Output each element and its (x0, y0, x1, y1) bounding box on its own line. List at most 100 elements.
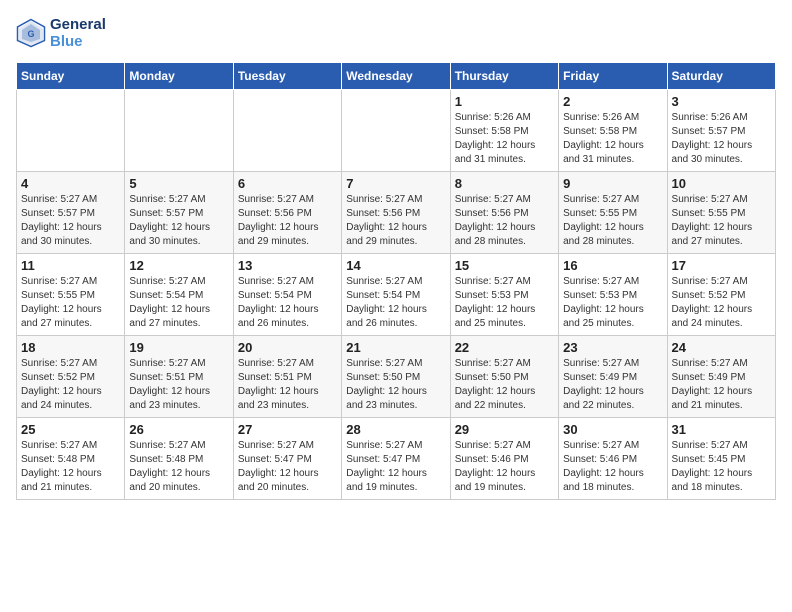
day-info: Sunrise: 5:27 AM Sunset: 5:50 PM Dayligh… (455, 357, 554, 413)
day-info: Sunrise: 5:27 AM Sunset: 5:49 PM Dayligh… (563, 357, 662, 413)
calendar-cell: 10 Sunrise: 5:27 AM Sunset: 5:55 PM Dayli… (667, 172, 775, 254)
calendar-cell: 12 Sunrise: 5:27 AM Sunset: 5:54 PM Dayli… (125, 254, 233, 336)
calendar-cell: 6 Sunrise: 5:27 AM Sunset: 5:56 PM Daylig… (233, 172, 341, 254)
calendar-cell: 16 Sunrise: 5:27 AM Sunset: 5:53 PM Dayli… (559, 254, 667, 336)
calendar-cell: 30 Sunrise: 5:27 AM Sunset: 5:46 PM Dayli… (559, 418, 667, 500)
day-info: Sunrise: 5:26 AM Sunset: 5:58 PM Dayligh… (563, 111, 662, 167)
calendar-cell: 28 Sunrise: 5:27 AM Sunset: 5:47 PM Dayli… (342, 418, 450, 500)
calendar-header-row: SundayMondayTuesdayWednesdayThursdayFrid… (17, 63, 776, 90)
day-info: Sunrise: 5:27 AM Sunset: 5:55 PM Dayligh… (672, 193, 771, 249)
day-number: 23 (563, 340, 662, 355)
day-info: Sunrise: 5:27 AM Sunset: 5:48 PM Dayligh… (21, 439, 120, 495)
calendar-cell: 7 Sunrise: 5:27 AM Sunset: 5:56 PM Daylig… (342, 172, 450, 254)
day-info: Sunrise: 5:27 AM Sunset: 5:56 PM Dayligh… (238, 193, 337, 249)
day-info: Sunrise: 5:27 AM Sunset: 5:45 PM Dayligh… (672, 439, 771, 495)
calendar-cell: 25 Sunrise: 5:27 AM Sunset: 5:48 PM Dayli… (17, 418, 125, 500)
day-number: 4 (21, 176, 120, 191)
calendar-cell: 5Sunrise: 5:27 AM Sunset: 5:57 PM Daylig… (125, 172, 233, 254)
calendar-cell (125, 90, 233, 172)
day-header-thursday: Thursday (450, 63, 558, 90)
day-info: Sunrise: 5:27 AM Sunset: 5:49 PM Dayligh… (672, 357, 771, 413)
day-number: 7 (346, 176, 445, 191)
calendar-cell: 13 Sunrise: 5:27 AM Sunset: 5:54 PM Dayli… (233, 254, 341, 336)
calendar-cell: 14 Sunrise: 5:27 AM Sunset: 5:54 PM Dayli… (342, 254, 450, 336)
day-header-monday: Monday (125, 63, 233, 90)
calendar-cell: 29Sunrise: 5:27 AM Sunset: 5:46 PM Dayli… (450, 418, 558, 500)
calendar-cell: 15 Sunrise: 5:27 AM Sunset: 5:53 PM Dayli… (450, 254, 558, 336)
day-info: Sunrise: 5:27 AM Sunset: 5:56 PM Dayligh… (455, 193, 554, 249)
day-info: Sunrise: 5:27 AM Sunset: 5:47 PM Dayligh… (346, 439, 445, 495)
day-header-friday: Friday (559, 63, 667, 90)
calendar-cell (17, 90, 125, 172)
calendar-week-5: 25 Sunrise: 5:27 AM Sunset: 5:48 PM Dayli… (17, 418, 776, 500)
day-number: 22 (455, 340, 554, 355)
day-header-tuesday: Tuesday (233, 63, 341, 90)
calendar-cell: 1 Sunrise: 5:26 AM Sunset: 5:58 PM Daylig… (450, 90, 558, 172)
day-info: Sunrise: 5:27 AM Sunset: 5:53 PM Dayligh… (455, 275, 554, 331)
day-info: Sunrise: 5:27 AM Sunset: 5:48 PM Dayligh… (129, 439, 228, 495)
svg-text:G: G (27, 29, 34, 39)
calendar-cell: 4 Sunrise: 5:27 AM Sunset: 5:57 PM Daylig… (17, 172, 125, 254)
day-info: Sunrise: 5:27 AM Sunset: 5:57 PM Dayligh… (21, 193, 120, 249)
calendar-week-2: 4 Sunrise: 5:27 AM Sunset: 5:57 PM Daylig… (17, 172, 776, 254)
day-number: 6 (238, 176, 337, 191)
day-info: Sunrise: 5:26 AM Sunset: 5:58 PM Dayligh… (455, 111, 554, 167)
day-header-sunday: Sunday (17, 63, 125, 90)
day-info: Sunrise: 5:27 AM Sunset: 5:51 PM Dayligh… (238, 357, 337, 413)
day-number: 15 (455, 258, 554, 273)
day-info: Sunrise: 5:27 AM Sunset: 5:46 PM Dayligh… (455, 439, 554, 495)
calendar-week-4: 18 Sunrise: 5:27 AM Sunset: 5:52 PM Dayli… (17, 336, 776, 418)
day-number: 28 (346, 422, 445, 437)
day-info: Sunrise: 5:27 AM Sunset: 5:54 PM Dayligh… (129, 275, 228, 331)
calendar-cell: 23 Sunrise: 5:27 AM Sunset: 5:49 PM Dayli… (559, 336, 667, 418)
day-number: 16 (563, 258, 662, 273)
day-number: 30 (563, 422, 662, 437)
day-info: Sunrise: 5:27 AM Sunset: 5:56 PM Dayligh… (346, 193, 445, 249)
calendar-cell: 24 Sunrise: 5:27 AM Sunset: 5:49 PM Dayli… (667, 336, 775, 418)
calendar-week-1: 1 Sunrise: 5:26 AM Sunset: 5:58 PM Daylig… (17, 90, 776, 172)
day-number: 20 (238, 340, 337, 355)
day-number: 12 (129, 258, 228, 273)
header: G General Blue (16, 16, 776, 50)
calendar-cell (233, 90, 341, 172)
calendar-cell: 26 Sunrise: 5:27 AM Sunset: 5:48 PM Dayli… (125, 418, 233, 500)
day-number: 26 (129, 422, 228, 437)
day-info: Sunrise: 5:27 AM Sunset: 5:52 PM Dayligh… (21, 357, 120, 413)
day-info: Sunrise: 5:27 AM Sunset: 5:51 PM Dayligh… (129, 357, 228, 413)
day-info: Sunrise: 5:27 AM Sunset: 5:54 PM Dayligh… (238, 275, 337, 331)
day-info: Sunrise: 5:27 AM Sunset: 5:46 PM Dayligh… (563, 439, 662, 495)
day-number: 10 (672, 176, 771, 191)
day-info: Sunrise: 5:26 AM Sunset: 5:57 PM Dayligh… (672, 111, 771, 167)
day-number: 11 (21, 258, 120, 273)
day-number: 19 (129, 340, 228, 355)
logo-icon: G (16, 18, 46, 48)
logo: G General Blue (16, 16, 106, 50)
calendar-cell: 21Sunrise: 5:27 AM Sunset: 5:50 PM Dayli… (342, 336, 450, 418)
calendar-cell: 3 Sunrise: 5:26 AM Sunset: 5:57 PM Daylig… (667, 90, 775, 172)
calendar-cell: 8Sunrise: 5:27 AM Sunset: 5:56 PM Daylig… (450, 172, 558, 254)
day-info: Sunrise: 5:27 AM Sunset: 5:53 PM Dayligh… (563, 275, 662, 331)
day-number: 3 (672, 94, 771, 109)
day-number: 14 (346, 258, 445, 273)
day-number: 18 (21, 340, 120, 355)
calendar-table: SundayMondayTuesdayWednesdayThursdayFrid… (16, 62, 776, 500)
day-number: 24 (672, 340, 771, 355)
calendar-cell: 20 Sunrise: 5:27 AM Sunset: 5:51 PM Dayli… (233, 336, 341, 418)
day-info: Sunrise: 5:27 AM Sunset: 5:54 PM Dayligh… (346, 275, 445, 331)
day-number: 1 (455, 94, 554, 109)
day-number: 17 (672, 258, 771, 273)
day-number: 5 (129, 176, 228, 191)
day-header-wednesday: Wednesday (342, 63, 450, 90)
day-header-saturday: Saturday (667, 63, 775, 90)
calendar-cell: 19 Sunrise: 5:27 AM Sunset: 5:51 PM Dayli… (125, 336, 233, 418)
day-number: 13 (238, 258, 337, 273)
calendar-cell: 2Sunrise: 5:26 AM Sunset: 5:58 PM Daylig… (559, 90, 667, 172)
day-number: 27 (238, 422, 337, 437)
calendar-cell: 11Sunrise: 5:27 AM Sunset: 5:55 PM Dayli… (17, 254, 125, 336)
day-number: 25 (21, 422, 120, 437)
logo-text: General Blue (50, 16, 106, 50)
day-info: Sunrise: 5:27 AM Sunset: 5:55 PM Dayligh… (563, 193, 662, 249)
day-info: Sunrise: 5:27 AM Sunset: 5:50 PM Dayligh… (346, 357, 445, 413)
calendar-cell (342, 90, 450, 172)
calendar-cell: 9Sunrise: 5:27 AM Sunset: 5:55 PM Daylig… (559, 172, 667, 254)
